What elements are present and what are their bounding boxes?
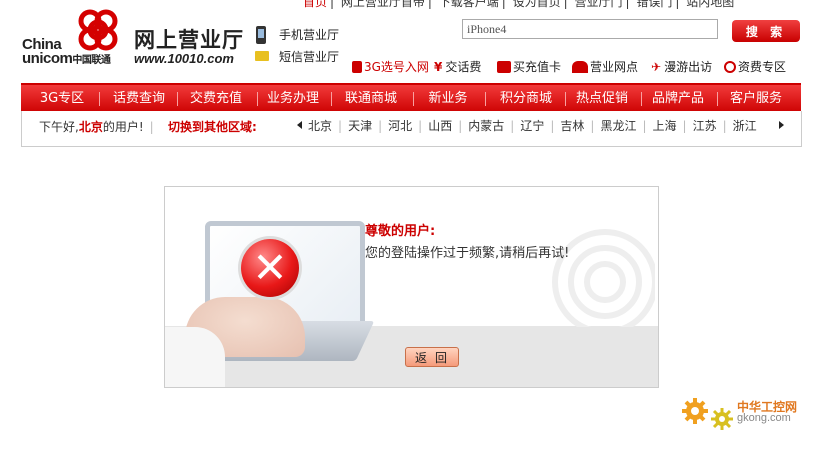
top-link-3[interactable]: 设为首页 xyxy=(513,0,561,9)
region-item[interactable]: 黑龙江 xyxy=(600,119,636,133)
quick-link-roaming[interactable]: ✈ 漫游出访 xyxy=(651,58,712,75)
error-icon: ✕ xyxy=(241,239,299,297)
people-icon xyxy=(572,61,588,73)
quick-link-label: 漫游出访 xyxy=(664,60,713,74)
region-item[interactable]: 内蒙古 xyxy=(468,119,504,133)
region-item[interactable]: 江苏 xyxy=(693,119,717,133)
nav-mall[interactable]: 联通商城 xyxy=(337,85,405,113)
greeting-suffix: 的用户! xyxy=(102,120,144,134)
sleeve xyxy=(165,327,225,387)
nav-services[interactable]: 业务办理 xyxy=(261,85,325,113)
greeting-city: 北京 xyxy=(78,120,103,134)
nav-divider xyxy=(565,92,566,106)
top-link-2[interactable]: 下载客户端 xyxy=(439,0,499,9)
site-url: www.10010.com xyxy=(134,51,234,66)
nav-brands[interactable]: 品牌产品 xyxy=(645,85,711,113)
quick-link-label: 交话费 xyxy=(445,60,482,74)
nav-3g[interactable]: 3G专区 xyxy=(31,85,93,113)
watermark-en: gkong.com xyxy=(737,412,791,424)
card-icon xyxy=(497,61,511,73)
region-item[interactable]: 山西 xyxy=(428,119,452,133)
quick-link-label: 3G选号入网 xyxy=(364,60,429,74)
region-item[interactable]: 浙江 xyxy=(733,119,757,133)
brand-en-unicom: unicom xyxy=(22,50,73,67)
quick-link-3g[interactable]: 3G选号入网 xyxy=(352,58,429,75)
quick-link-label: 营业网点 xyxy=(590,60,639,74)
switch-region-label: 切换到其他区域: xyxy=(168,120,257,134)
region-item[interactable]: 上海 xyxy=(653,119,677,133)
region-item[interactable]: 辽宁 xyxy=(520,119,544,133)
quick-link-label: 买充值卡 xyxy=(513,60,562,74)
quick-link-outlets[interactable]: 营业网点 xyxy=(572,58,638,75)
top-link-5[interactable]: 错误门 xyxy=(636,0,672,9)
brand-logo-text: China unicom中国联通 xyxy=(22,37,111,68)
nav-divider xyxy=(177,92,178,106)
region-item[interactable]: 河北 xyxy=(388,119,412,133)
nav-promotions[interactable]: 热点促销 xyxy=(569,85,635,113)
nav-divider xyxy=(485,92,486,106)
gear-icon xyxy=(711,408,733,430)
nav-points-mall[interactable]: 积分商城 xyxy=(491,85,561,113)
plane-icon: ✈ xyxy=(651,60,662,74)
quick-link-tariff[interactable]: 资费专区 xyxy=(724,58,786,75)
region-prev-arrow-icon[interactable] xyxy=(297,121,302,129)
top-links: 首页 | 网上营业厅首带 | 下载客户端 | 设为首页 | 营业厅门 | 错误门 | 站内地… xyxy=(300,0,737,10)
greeting-prefix: 下午好, xyxy=(39,120,79,134)
nav-divider xyxy=(413,92,414,106)
region-item[interactable]: 天津 xyxy=(348,119,372,133)
phone-icon xyxy=(352,61,362,73)
back-button[interactable]: 返回 xyxy=(405,347,459,367)
region-list: 北京 | 天津 | 河北 | 山西 | 内蒙古 | 辽宁 | 吉林 | 黑龙江 | 上海 | 江苏 | 浙江 xyxy=(308,119,757,133)
envelope-icon xyxy=(255,51,269,61)
gear-icon xyxy=(682,398,708,424)
nav-divider xyxy=(717,92,718,106)
search-input[interactable] xyxy=(462,19,718,39)
greeting: 下午好,北京的用户! | xyxy=(39,120,154,134)
quick-link-pay[interactable]: ¥ 交话费 xyxy=(434,58,481,75)
dialog-message: 您的登陆操作过于频繁,请稍后再试! xyxy=(365,246,570,261)
region-next-arrow-icon[interactable] xyxy=(779,121,784,129)
quick-link-card[interactable]: 买充值卡 xyxy=(497,58,561,75)
nav-divider xyxy=(257,92,258,106)
nav-divider xyxy=(331,92,332,106)
main-nav: 3G专区 话费查询 交费充值 业务办理 联通商城 新业务 积分商城 热点促销 品… xyxy=(21,83,801,113)
top-link-home[interactable]: 首页 xyxy=(303,0,327,9)
region-item[interactable]: 吉林 xyxy=(560,119,584,133)
search-button[interactable]: 搜 索 xyxy=(732,20,800,42)
nav-bill-query[interactable]: 话费查询 xyxy=(105,85,173,113)
error-dialog: ✕ 尊敬的用户: 您的登陆操作过于频繁,请稍后再试! 返回 xyxy=(164,186,659,388)
nav-new-business[interactable]: 新业务 xyxy=(417,85,479,113)
mobile-hall-link[interactable]: 手机营业厅 xyxy=(279,26,339,43)
brand-cn: 中国联通 xyxy=(72,55,111,66)
nav-divider xyxy=(99,92,100,106)
nav-customer-service[interactable]: 客户服务 xyxy=(721,85,791,113)
top-link-1[interactable]: 网上营业厅首带 xyxy=(341,0,425,9)
nav-recharge[interactable]: 交费充值 xyxy=(181,85,251,113)
nav-divider xyxy=(641,92,642,106)
sms-hall-link[interactable]: 短信营业厅 xyxy=(279,48,339,65)
quick-link-label: 资费专区 xyxy=(738,60,787,74)
top-link-6[interactable]: 站内地图 xyxy=(686,0,734,9)
mobile-phone-icon xyxy=(256,26,266,44)
dialog-title: 尊敬的用户: xyxy=(365,224,436,239)
top-link-4[interactable]: 营业厅门 xyxy=(575,0,623,9)
yen-icon: ¥ xyxy=(434,60,443,74)
tariff-icon xyxy=(724,61,736,73)
region-item[interactable]: 北京 xyxy=(308,119,332,133)
site-title: 网上营业厅 xyxy=(134,28,244,52)
